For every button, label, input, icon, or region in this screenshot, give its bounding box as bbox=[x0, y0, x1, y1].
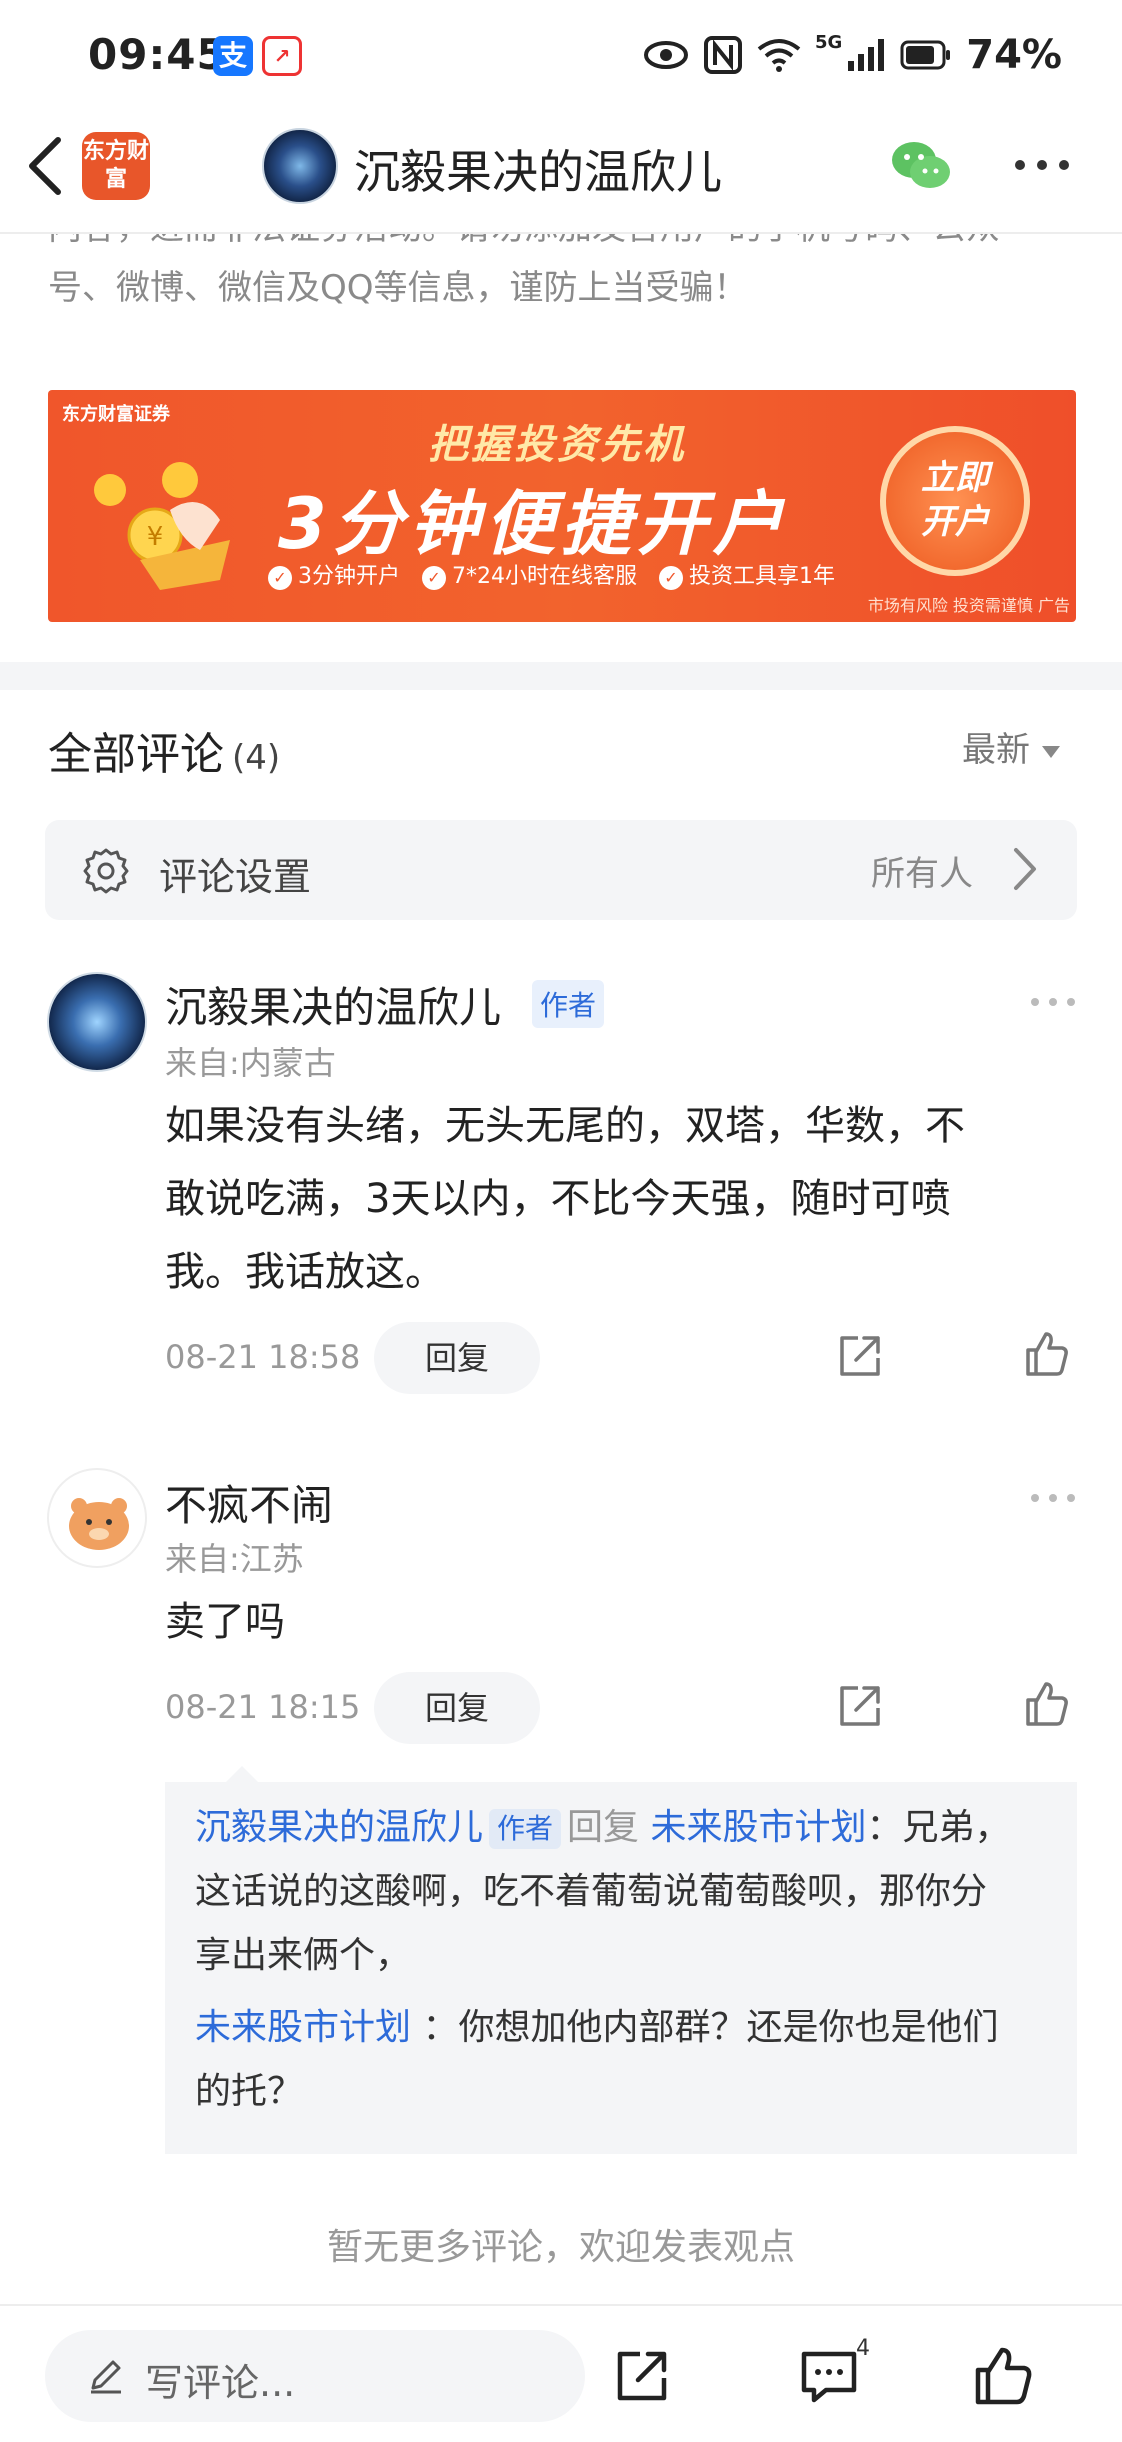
reply-text: 的托？ bbox=[195, 2071, 304, 2112]
network-type: 5G bbox=[814, 32, 843, 53]
svg-text:¥: ¥ bbox=[147, 522, 164, 552]
reply-author[interactable]: 沉毅果决的温欣儿 bbox=[195, 1807, 483, 1848]
bottom-divider bbox=[0, 2304, 1122, 2306]
status-icons: 5G 74% bbox=[643, 32, 1062, 78]
commenter-location: 来自:江苏 bbox=[165, 1540, 304, 1578]
coins-hand-illustration: ¥ bbox=[94, 462, 230, 590]
reply-text: 这话说的这酸啊，吃不着葡萄说葡萄酸呗，那你分 bbox=[195, 1871, 988, 1912]
banner-headline: 把握投资先机 bbox=[428, 422, 686, 468]
reply-text: ：你想加他内部群？还是你也是他们 bbox=[422, 2007, 999, 2048]
more-options-icon[interactable] bbox=[1012, 150, 1072, 180]
reply-item[interactable]: 沉毅果决的温欣儿 作者 回复 未来股市计划：兄弟， 这话说的这酸啊，吃不着葡萄说葡萄… bbox=[195, 1796, 1055, 1988]
thumbs-up-icon[interactable] bbox=[972, 2344, 1034, 2406]
hamster-avatar-icon bbox=[69, 1498, 129, 1550]
no-more-comments: 暂无更多评论，欢迎发表观点 bbox=[326, 2227, 795, 2268]
reply-text: ：兄弟， bbox=[866, 1807, 1011, 1848]
comment-line: 卖了吗 bbox=[165, 1599, 285, 1645]
write-comment-input[interactable]: 写评论... bbox=[45, 2330, 585, 2422]
author-badge: 作者 bbox=[532, 980, 605, 1028]
author-badge: 作者 bbox=[489, 1809, 562, 1849]
reply-button[interactable]: 回复 bbox=[374, 1322, 540, 1394]
commenter-location: 来自:内蒙古 bbox=[165, 1044, 336, 1082]
comment-line: 我。我话放这。 bbox=[165, 1249, 445, 1295]
comment-body: 卖了吗 bbox=[165, 1586, 1065, 1659]
alipay-icon: 支 bbox=[213, 36, 253, 76]
banner-brand: 东方财富证券 bbox=[62, 404, 170, 425]
reply-author[interactable]: 未来股市计划 bbox=[195, 2007, 411, 2048]
banner-feature: 3分钟开户 bbox=[268, 558, 400, 590]
section-divider bbox=[0, 662, 1122, 690]
caret-down-icon bbox=[1042, 745, 1060, 758]
banner-features: 3分钟开户 7*24小时在线客服 投资工具享1年 bbox=[268, 558, 835, 590]
comment-time: 08-21 18:15 bbox=[165, 1688, 361, 1726]
nav-divider bbox=[0, 232, 1122, 234]
gear-icon bbox=[83, 848, 129, 894]
settings-label: 评论设置 bbox=[159, 855, 312, 899]
stock-app-icon: ↗ bbox=[262, 36, 302, 76]
status-bar: 09:45 支 ↗ 5G 74% bbox=[0, 0, 1122, 115]
thumbs-up-icon[interactable] bbox=[1022, 1680, 1070, 1728]
open-account-button[interactable]: 立即开户 bbox=[880, 426, 1030, 576]
commenter-name[interactable]: 沉毅果决的温欣儿 bbox=[165, 974, 501, 1035]
commenter-avatar[interactable] bbox=[47, 972, 147, 1072]
write-comment-placeholder: 写评论... bbox=[145, 2361, 296, 2405]
nfc-icon bbox=[703, 36, 742, 74]
comments-title: 全部评论 bbox=[48, 729, 224, 780]
comments-count: (4) bbox=[232, 738, 281, 778]
comment-time: 08-21 18:58 bbox=[165, 1338, 361, 1376]
reply-verb: 回复 bbox=[567, 1807, 640, 1848]
share-icon[interactable] bbox=[836, 1682, 884, 1730]
comment-more-icon[interactable] bbox=[1028, 994, 1078, 1010]
sort-dropdown[interactable]: 最新 bbox=[962, 722, 1060, 771]
pencil-icon bbox=[91, 2360, 121, 2394]
eye-icon bbox=[643, 41, 688, 69]
reply-target[interactable]: 未来股市计划 bbox=[651, 1807, 867, 1848]
commenter-avatar[interactable] bbox=[47, 1468, 147, 1568]
signal-icon bbox=[848, 39, 885, 71]
thumbs-up-icon[interactable] bbox=[1022, 1330, 1070, 1378]
reply-button[interactable]: 回复 bbox=[374, 1672, 540, 1744]
share-icon[interactable] bbox=[612, 2346, 672, 2406]
reply-item[interactable]: 未来股市计划 ：你想加他内部群？还是你也是他们 的托？ bbox=[195, 1996, 1055, 2124]
comment-line: 如果没有头绪，无头无尾的，双塔，华数，不 bbox=[165, 1103, 965, 1149]
risk-notice-line-2: 号、微博、微信及QQ等信息，谨防上当受骗！ bbox=[48, 268, 748, 308]
ad-banner[interactable]: 东方财富证券 ¥ 把握投资先机 3分钟便捷开户 3分钟开户 7*24小时在线客服… bbox=[48, 390, 1076, 622]
sort-label: 最新 bbox=[962, 730, 1030, 770]
wechat-icon[interactable] bbox=[890, 138, 952, 192]
comment-icon[interactable] bbox=[798, 2346, 860, 2406]
banner-disclaimer: 市场有风险 投资需谨慎 广告 bbox=[867, 596, 1070, 615]
chevron-right-icon bbox=[1014, 848, 1036, 890]
page-title: 沉毅果决的温欣儿 bbox=[354, 145, 722, 199]
wifi-icon bbox=[757, 39, 801, 72]
reply-box-caret bbox=[226, 1766, 258, 1782]
comment-settings-row[interactable]: 评论设置 所有人 bbox=[45, 820, 1077, 920]
share-icon[interactable] bbox=[836, 1332, 884, 1380]
author-avatar[interactable] bbox=[262, 128, 338, 204]
battery-icon bbox=[900, 40, 951, 70]
comment-count-badge: 4 bbox=[856, 2336, 870, 2361]
eastmoney-logo[interactable]: 东方财富 bbox=[82, 132, 150, 200]
comment-more-icon[interactable] bbox=[1028, 1490, 1078, 1506]
status-time: 09:45 bbox=[88, 30, 227, 79]
back-arrow-icon[interactable] bbox=[22, 134, 66, 198]
settings-value: 所有人 bbox=[871, 854, 973, 894]
cta-label: 立即开户 bbox=[921, 458, 989, 542]
reply-thread: 沉毅果决的温欣儿 作者 回复 未来股市计划：兄弟， 这话说的这酸啊，吃不着葡萄说葡萄… bbox=[165, 1782, 1077, 2154]
banner-feature: 7*24小时在线客服 bbox=[422, 558, 637, 590]
comment-line: 敢说吃满，3天以内，不比今天强，随时可喷 bbox=[165, 1176, 951, 1222]
reply-text: 享出来俩个， bbox=[195, 1935, 412, 1976]
comment-body: 如果没有头绪，无头无尾的，双塔，华数，不 敢说吃满，3天以内，不比今天强，随时可… bbox=[165, 1090, 1065, 1309]
banner-main-text: 3分钟便捷开户 bbox=[278, 483, 789, 565]
banner-feature: 投资工具享1年 bbox=[659, 558, 835, 590]
comments-header: 全部评论 (4) bbox=[48, 718, 280, 782]
commenter-name[interactable]: 不疯不闹 bbox=[165, 1472, 333, 1533]
battery-percent: 74% bbox=[966, 32, 1062, 78]
